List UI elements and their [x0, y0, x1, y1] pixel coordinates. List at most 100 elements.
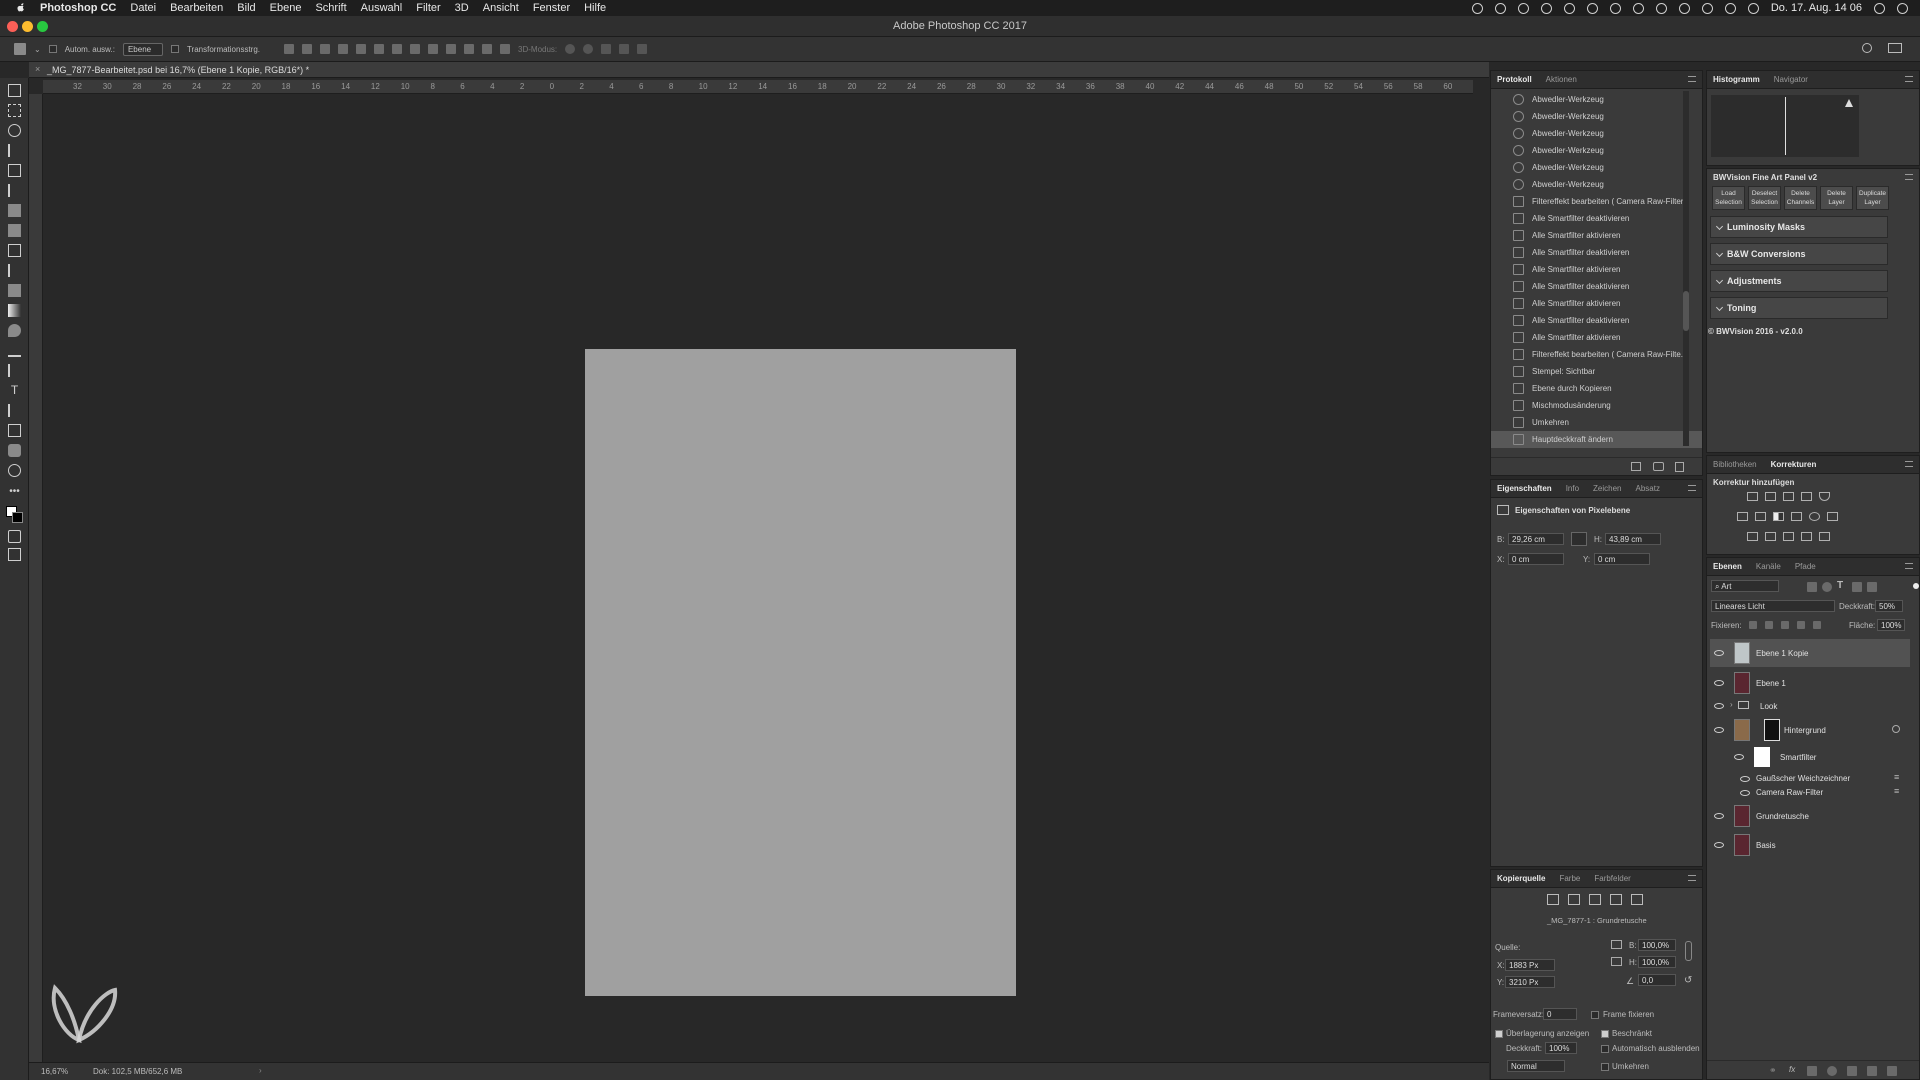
delete-layer-button[interactable]: Delete Layer [1820, 186, 1853, 210]
reset-transform-icon[interactable] [1611, 940, 1622, 949]
tab-korrekturen[interactable]: Korrekturen [1771, 460, 1817, 469]
type-tool[interactable]: T [8, 384, 21, 397]
visibility-eye-icon[interactable] [1714, 842, 1724, 848]
history-item[interactable]: Abwedler-Werkzeug [1491, 108, 1702, 125]
crop-tool[interactable] [8, 164, 21, 177]
clone-source-3-icon[interactable] [1589, 894, 1601, 905]
clone-source-menu-icon[interactable] [1688, 875, 1696, 881]
visibility-eye-icon[interactable] [1714, 680, 1724, 686]
tab-histogramm[interactable]: Histogramm [1713, 75, 1760, 84]
menu-ebene[interactable]: Ebene [270, 2, 302, 14]
cloud-icon[interactable] [1563, 2, 1575, 14]
tab-navigator[interactable]: Navigator [1774, 75, 1808, 84]
offset-x-input[interactable]: 1883 Px [1505, 959, 1555, 971]
marquee-tool[interactable] [8, 104, 21, 117]
menu-datei[interactable]: Datei [130, 2, 156, 14]
filter-blending-options-icon[interactable]: ≡ [1894, 772, 1899, 782]
filter-adjustment-icon[interactable] [1822, 582, 1832, 592]
gradient-tool[interactable] [8, 304, 21, 317]
filter-pixel-icon[interactable] [1807, 582, 1817, 592]
load-selection-button[interactable]: Load Selection [1712, 186, 1745, 210]
rectangle-tool[interactable] [8, 424, 21, 437]
overlay-mode-dropdown[interactable]: Normal [1507, 1060, 1565, 1072]
section-luminosity-masks[interactable]: Luminosity Masks [1710, 216, 1888, 238]
histogram-menu-icon[interactable] [1905, 76, 1913, 82]
layer-mask-thumbnail[interactable] [1764, 719, 1780, 741]
history-scrollbar-thumb[interactable] [1683, 291, 1689, 331]
status-icon-5[interactable] [1609, 2, 1621, 14]
background-color-swatch[interactable] [12, 512, 23, 523]
distribute-left-icon[interactable] [446, 44, 457, 54]
lasso-tool[interactable] [8, 124, 21, 137]
auto-select-checkbox[interactable] [48, 45, 57, 53]
tab-bibliotheken[interactable]: Bibliotheken [1713, 460, 1757, 469]
distribute-top-icon[interactable] [392, 44, 403, 54]
tab-farbe[interactable]: Farbe [1559, 874, 1580, 883]
status-icon-1[interactable] [1471, 2, 1483, 14]
menubar-clock[interactable]: Do. 17. Aug. 14 06 [1771, 2, 1862, 14]
tab-kanaele[interactable]: Kanäle [1756, 562, 1781, 571]
clone-source-5-icon[interactable] [1631, 894, 1643, 905]
workspace-switcher-icon[interactable] [1888, 43, 1902, 53]
group-expand-chevron-icon[interactable]: › [1730, 700, 1733, 709]
dropbox-icon[interactable] [1517, 2, 1529, 14]
zoom-tool[interactable] [8, 464, 21, 477]
tab-pfade[interactable]: Pfade [1795, 562, 1816, 571]
tab-aktionen[interactable]: Aktionen [1546, 75, 1577, 84]
distribute-hcenter-icon[interactable] [464, 44, 475, 54]
notification-center-icon[interactable] [1897, 2, 1908, 14]
document-size[interactable]: Dok: 102,5 MB/652,6 MB [93, 1067, 182, 1076]
align-left-icon[interactable] [338, 44, 349, 54]
auto-align-icon[interactable] [500, 44, 511, 54]
edit-toolbar-icon[interactable]: ••• [8, 486, 21, 499]
history-item[interactable]: Abwedler-Werkzeug [1491, 125, 1702, 142]
clone-stamp-tool[interactable] [8, 244, 21, 257]
menu-schrift[interactable]: Schrift [315, 2, 346, 14]
trash-icon[interactable] [1675, 462, 1684, 472]
spotlight-search-icon[interactable] [1874, 2, 1885, 14]
align-right-icon[interactable] [374, 44, 385, 54]
transform-controls-checkbox[interactable] [170, 45, 179, 53]
volume-icon[interactable] [1701, 2, 1713, 14]
filter-row-gaussian-blur[interactable]: Gaußscher Weichzeichner ≡ [1710, 772, 1910, 786]
brightness-contrast-icon[interactable] [1747, 492, 1758, 501]
align-vcenter-icon[interactable] [302, 44, 313, 54]
align-hcenter-icon[interactable] [356, 44, 367, 54]
blend-mode-dropdown[interactable]: Lineares Licht [1711, 600, 1835, 612]
history-item[interactable]: Filtereffekt bearbeiten ( Camera Raw-Fil… [1491, 193, 1702, 210]
hand-tool[interactable] [8, 444, 21, 457]
layer-row-grundretusche[interactable]: Grundretusche [1710, 803, 1910, 829]
history-item[interactable]: Umkehren [1491, 414, 1702, 431]
time-machine-icon[interactable] [1655, 2, 1667, 14]
duplicate-layer-button[interactable]: Duplicate Layer [1856, 186, 1889, 210]
menu-hilfe[interactable]: Hilfe [584, 2, 606, 14]
deselect-selection-button[interactable]: Deselect Selection [1748, 186, 1781, 210]
distribute-vcenter-icon[interactable] [410, 44, 421, 54]
filter-toggle-icon[interactable] [1913, 583, 1919, 589]
distribute-bottom-icon[interactable] [428, 44, 439, 54]
healing-brush-tool[interactable] [8, 204, 21, 217]
tab-kopierquelle[interactable]: Kopierquelle [1497, 874, 1545, 883]
layer-group-look[interactable]: › Look [1710, 698, 1910, 714]
filter-blending-options-icon[interactable]: ≡ [1894, 786, 1899, 796]
3d-drag-icon[interactable] [601, 44, 612, 54]
vibrance-icon[interactable] [1819, 492, 1830, 501]
link-layers-icon[interactable]: ⚭ [1769, 1065, 1777, 1076]
visibility-eye-icon[interactable] [1740, 776, 1750, 782]
histogram-warning-icon[interactable] [1845, 99, 1853, 107]
link-scale-icon[interactable] [1685, 941, 1692, 961]
history-panel-menu-icon[interactable] [1688, 76, 1696, 82]
lock-all-icon[interactable] [1813, 621, 1821, 629]
new-adjustment-layer-icon[interactable] [1827, 1066, 1837, 1076]
status-menu-arrow-icon[interactable]: › [259, 1066, 262, 1075]
vertical-ruler[interactable] [29, 94, 43, 1062]
tab-zeichen[interactable]: Zeichen [1593, 484, 1621, 493]
status-icon-3[interactable] [1540, 2, 1552, 14]
selective-color-icon[interactable] [1819, 532, 1830, 541]
history-item[interactable]: Abwedler-Werkzeug [1491, 176, 1702, 193]
smart-filter-mask-thumbnail[interactable] [1754, 747, 1770, 767]
flip-icon[interactable] [1611, 957, 1622, 966]
height-input[interactable]: 43,89 cm [1605, 533, 1661, 545]
tab-farbfelder[interactable]: Farbfelder [1594, 874, 1630, 883]
history-item[interactable]: Alle Smartfilter deaktivieren [1491, 210, 1702, 227]
